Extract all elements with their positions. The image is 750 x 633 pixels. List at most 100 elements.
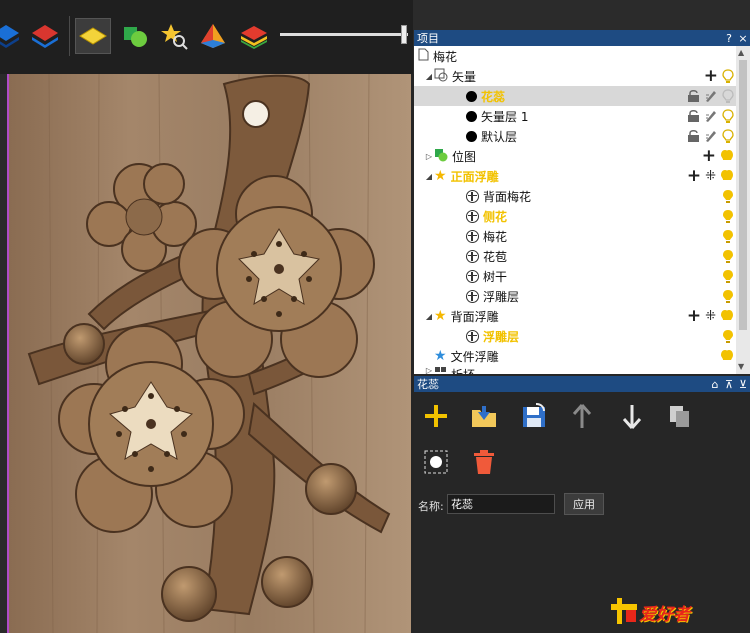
layer-panel-title: 花蕊 [417,378,439,391]
copy-layer-button[interactable] [664,400,696,432]
bulb-outline-icon[interactable] [722,108,734,124]
tree-scrollbar[interactable]: ▲ ▼ [736,46,750,374]
tree-item-front-6[interactable]: 浮雕层 [414,286,736,306]
tree-item-bitmap[interactable]: ▷ 位图 + [414,146,736,166]
scroll-thumb[interactable] [739,60,747,330]
bulb-outline-icon[interactable] [722,68,734,84]
bulb-icon[interactable] [722,289,734,304]
toolbar-separator [69,16,70,56]
expand-right-icon[interactable]: ▷ [424,366,434,374]
grid-dots-icon[interactable]: ⁜ [705,309,716,324]
delete-layer-button[interactable] [468,446,500,478]
tree-item-file-relief[interactable]: ★ 文件浮雕 [414,346,736,366]
color-layers-icon[interactable] [236,18,272,54]
bulb-double-icon[interactable] [720,149,734,164]
tree-item-root[interactable]: 梅花 [414,46,736,66]
layer-icon [466,249,479,263]
pen-edit-icon[interactable] [704,109,718,123]
zoom-slider[interactable] [280,25,408,44]
tree-item-label: 矢量 [452,69,477,84]
diamond-yellow-icon[interactable] [75,18,111,54]
layer-name-input[interactable] [447,494,555,514]
help-button[interactable]: ? [722,32,736,45]
row-controls [722,328,734,344]
bulb-double-icon[interactable] [720,169,734,184]
dot-icon [466,130,477,142]
row-controls [687,88,734,104]
tree-item-vector-group[interactable]: ◢ 矢量 + [414,66,736,86]
row-controls [687,128,734,144]
bulb-outline-icon[interactable] [722,88,734,104]
layer-icon [466,289,479,303]
add-layer-button[interactable] [420,400,452,432]
shapes-icon[interactable] [117,18,153,54]
bitmap-icon [434,148,448,165]
add-icon[interactable]: + [687,308,701,325]
dashed-circle-icon [424,450,448,474]
import-layer-button[interactable] [468,400,500,432]
scroll-down-icon[interactable]: ▼ [738,362,744,371]
lock-icon[interactable] [687,129,700,143]
bulb-icon[interactable] [722,269,734,284]
layers-blue-icon[interactable] [0,18,24,54]
save-layer-button[interactable] [518,400,550,432]
relief-canvas[interactable] [9,74,411,633]
slider-handle[interactable] [401,25,408,44]
add-icon[interactable]: + [704,68,718,85]
home-icon[interactable]: ⌂ [708,378,722,391]
tree-item-vector-3[interactable]: 默认层 [414,126,736,146]
minimize-icon[interactable]: ⊼ [722,378,736,391]
plus-icon [425,405,447,427]
expand-right-icon[interactable]: ▷ [424,152,434,161]
tree-item-label: 析坯 [451,366,475,374]
move-up-button[interactable] [566,400,598,432]
tree-item-front-4[interactable]: 花苞 [414,246,736,266]
bulb-icon[interactable] [722,189,734,204]
tree-item-vector-1[interactable]: 花蕊 [414,86,736,106]
lock-icon[interactable] [687,109,700,123]
tree-item-label: 矢量层 1 [481,109,529,124]
tree-item-back-relief[interactable]: ◢ ★ 背面浮雕 + ⁜ [414,306,736,326]
grid-dots-icon[interactable]: ⁜ [705,169,716,184]
tree-item-partial[interactable]: ▷ 析坯 [414,366,736,374]
bulb-outline-icon[interactable] [722,128,734,144]
expand-down-icon[interactable]: ◢ [424,312,434,321]
star-blue-icon: ★ [434,348,447,364]
move-down-button[interactable] [616,400,648,432]
project-tree[interactable]: 梅花 ◢ 矢量 + 花蕊 矢量层 1 默认层 ▷ 位图 + ◢ ★ 正面浮雕 +… [414,46,736,374]
apply-button[interactable]: 应用 [564,493,604,515]
add-icon[interactable]: + [702,148,716,165]
bulb-icon[interactable] [722,249,734,264]
close-button[interactable]: × [736,32,750,45]
bulb-double-icon[interactable] [720,349,734,364]
project-panel: 项目 ? × 梅花 ◢ 矢量 + 花蕊 矢量层 1 默认层 ▷ 位图 + ◢ ★… [414,30,750,633]
bulb-double-icon[interactable] [720,309,734,324]
layers-red-icon[interactable] [27,18,63,54]
name-label: 名称: [418,500,444,513]
select-layer-button[interactable] [420,446,452,478]
add-icon[interactable]: + [687,168,701,185]
tree-item-front-2[interactable]: 侧花 [414,206,736,226]
pen-edit-icon[interactable] [704,89,718,103]
bulb-icon[interactable] [722,329,734,344]
tree-item-label: 浮雕层 [483,329,520,344]
expand-down-icon[interactable]: ◢ [424,72,434,81]
expand-down-icon[interactable]: ◢ [424,172,434,181]
tree-item-front-3[interactable]: 梅花 [414,226,736,246]
star-search-icon[interactable] [156,18,192,54]
tree-item-back-1[interactable]: 浮雕层 [414,326,736,346]
tree-item-label: 浮雕层 [483,289,520,304]
row-controls [687,108,734,124]
tree-item-front-1[interactable]: 背面梅花 [414,186,736,206]
tree-item-front-5[interactable]: 树干 [414,266,736,286]
bulb-icon[interactable] [722,229,734,244]
maximize-icon[interactable]: ⊻ [736,378,750,391]
scroll-up-icon[interactable]: ▲ [738,48,744,57]
pen-edit-icon[interactable] [704,129,718,143]
tree-item-vector-2[interactable]: 矢量层 1 [414,106,736,126]
bulb-icon[interactable] [722,209,734,224]
tree-item-label: 花蕊 [481,89,506,104]
tree-item-front-relief[interactable]: ◢ ★ 正面浮雕 + ⁜ [414,166,736,186]
lock-icon[interactable] [687,89,700,103]
pyramid-icon[interactable] [195,18,231,54]
